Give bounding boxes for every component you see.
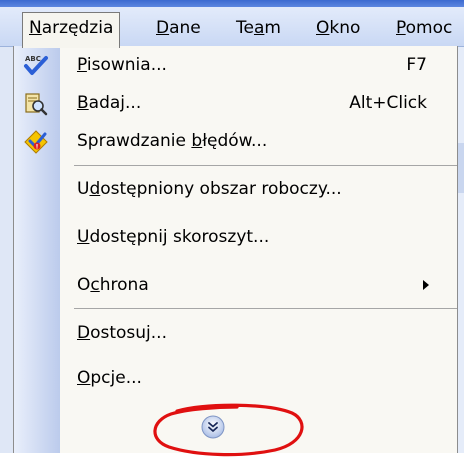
tools-dropdown-menu: ABC ! Pisownia... F7 Badaj... Alt+Click … [13,46,458,457]
menu-label: Dane [156,18,201,38]
menu-item-label: Opcje... [77,368,142,388]
menu-separator [74,165,457,166]
spellcheck-icon: ABC [24,55,48,75]
menu-item-udostepniony-obszar[interactable]: Udostępniony obszar roboczy... [60,170,457,208]
error-check-icon: ! [24,130,48,154]
menu-pomoc[interactable]: Pomoc [390,13,458,43]
menu-item-label: Udostępniony obszar roboczy... [77,179,342,199]
menu-item-sprawdzanie-bledow[interactable]: Sprawdzanie błędów... [60,122,457,160]
menu-item-ochrona[interactable]: Ochrona [60,266,457,304]
menu-team[interactable]: Team [230,13,287,43]
highlight-circle [153,403,304,457]
menu-label: Narzędzia [29,18,114,38]
menu-okno[interactable]: Okno [310,13,366,43]
toolbar-edge [0,47,14,453]
menu-label: Team [236,18,281,38]
menu-item-pisownia[interactable]: Pisownia... F7 [60,46,457,84]
menu-item-udostepnij-skoroszyt[interactable]: Udostępnij skoroszyt... [60,218,457,256]
svg-text:ABC: ABC [25,55,41,63]
svg-text:!: ! [36,144,39,151]
menu-item-opcje[interactable]: Opcje... [60,359,457,397]
menu-item-dostosuj[interactable]: Dostosuj... [60,314,457,352]
shortcut-label: Alt+Click [349,93,427,113]
menu-dane[interactable]: Dane [150,13,207,43]
research-icon [25,93,48,116]
title-bar-edge [0,0,464,7]
menu-label: Okno [316,18,361,38]
menu-narzedzia[interactable]: Narzędzia [22,12,121,48]
menu-item-label: Badaj... [77,93,142,113]
shortcut-label: F7 [406,55,427,75]
menu-item-badaj[interactable]: Badaj... Alt+Click [60,84,457,122]
menu-item-label: Pisownia... [77,55,167,75]
menu-separator [74,308,457,309]
menu-item-label: Ochrona [77,275,149,295]
submenu-arrow-icon [423,280,429,290]
menu-item-label: Udostępnij skoroszyt... [77,227,270,247]
menu-bar: Narzędzia Dane Team Okno Pomoc [0,0,464,48]
menu-item-label: Dostosuj... [77,323,167,343]
menu-item-label: Sprawdzanie błędów... [77,131,268,151]
menu-label: Pomoc [396,18,453,38]
